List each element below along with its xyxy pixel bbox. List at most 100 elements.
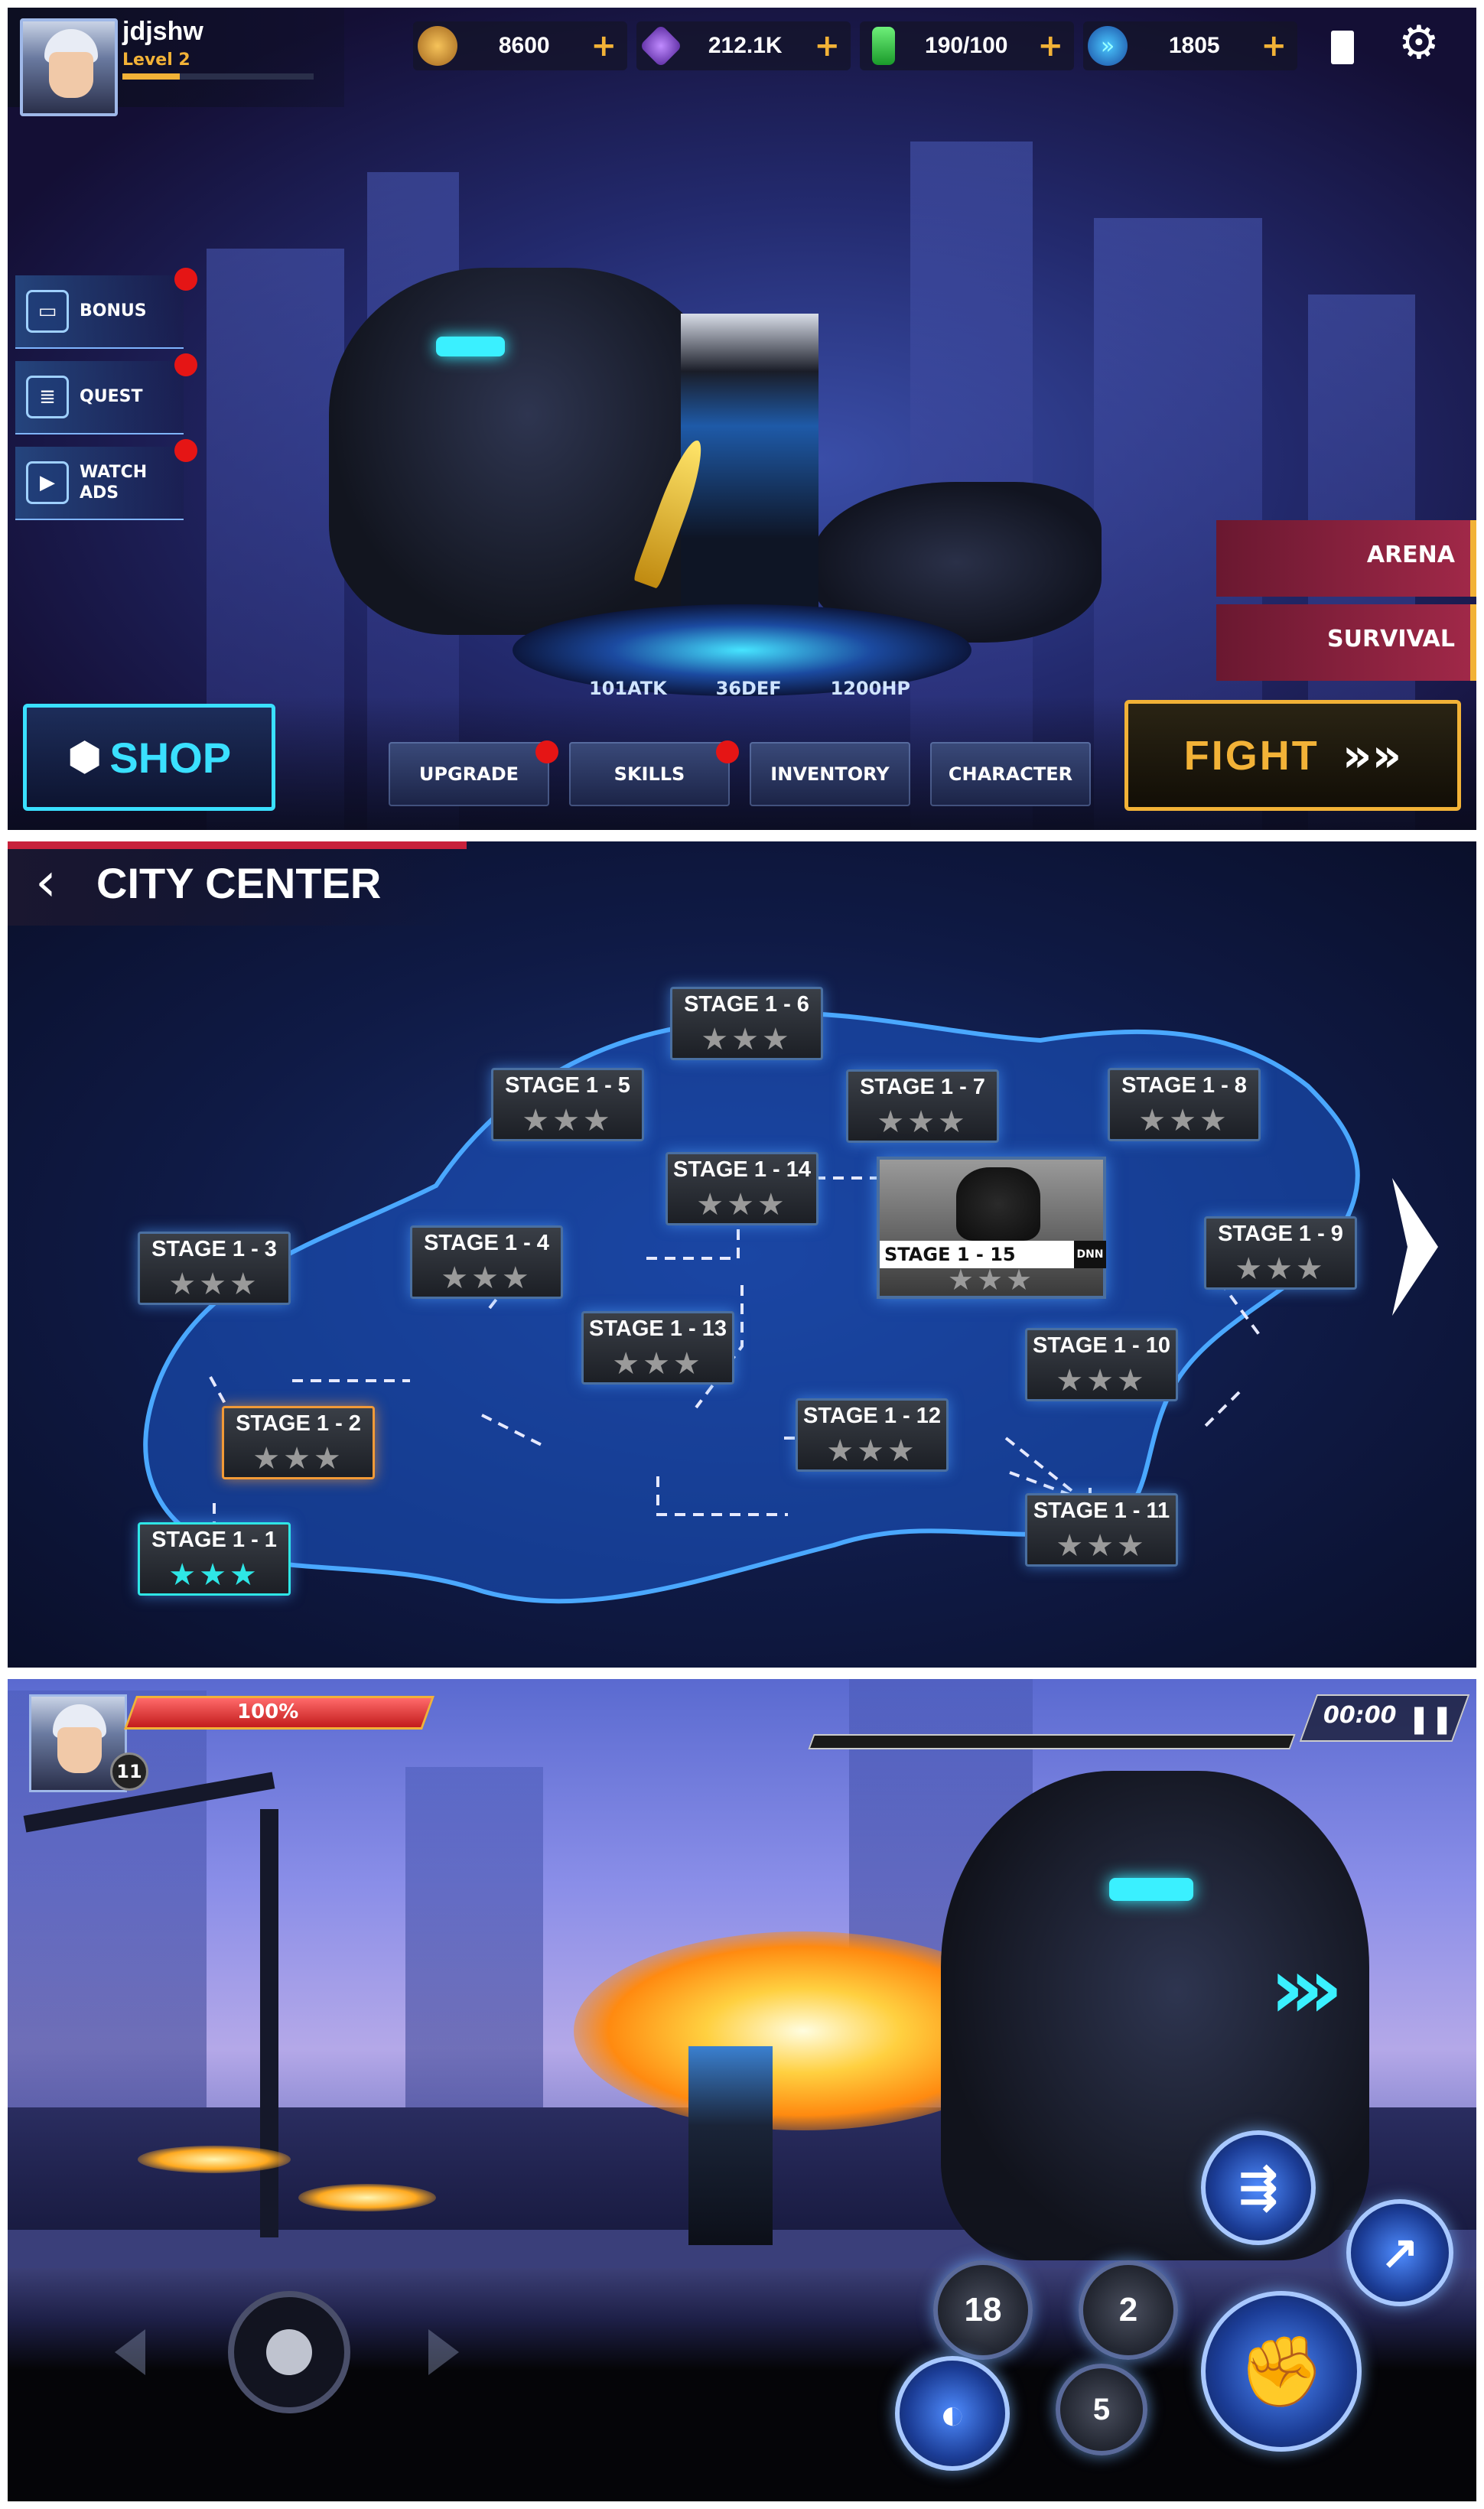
arena-button[interactable]: ARENA bbox=[1216, 520, 1476, 597]
tab-skills[interactable]: SKILLS bbox=[569, 742, 730, 806]
enemy-hp-bar bbox=[808, 1734, 1296, 1749]
stage-stars: ★★★ bbox=[1138, 1103, 1230, 1138]
tab-skills-label: SKILLS bbox=[613, 763, 685, 785]
bonus-notification-dot bbox=[174, 268, 197, 291]
stage-label: STAGE 1 - 14 bbox=[673, 1157, 811, 1182]
add-tickets-button[interactable]: + bbox=[1261, 31, 1287, 61]
jump-arrow-icon: ↗ bbox=[1380, 2227, 1420, 2278]
stage-node-1-14[interactable]: STAGE 1 - 14 ★★★ bbox=[666, 1152, 818, 1225]
tab-character[interactable]: CHARACTER bbox=[930, 742, 1091, 806]
fight-arrows-icon: »» bbox=[1342, 728, 1402, 783]
avatar-face bbox=[49, 52, 93, 98]
mail-icon[interactable] bbox=[1331, 31, 1354, 64]
resource-tickets[interactable]: » 1805 + bbox=[1083, 21, 1297, 70]
shop-label: SHOP bbox=[109, 733, 232, 782]
stage-map-screen: ‹ CITY CENTER STAGE 1 - 1 ★★★ STAGE 1 - … bbox=[8, 841, 1476, 1668]
skill-c-count: 5 bbox=[1092, 2392, 1111, 2426]
player-avatar[interactable] bbox=[20, 18, 118, 116]
stage-node-1-5[interactable]: STAGE 1 - 5 ★★★ bbox=[491, 1068, 644, 1141]
stage-stars: ★★★ bbox=[1056, 1363, 1147, 1398]
boss-badge: DNN bbox=[1074, 1241, 1106, 1268]
fist-icon: ✊ bbox=[1238, 2333, 1325, 2410]
bullet-effect bbox=[138, 2146, 291, 2173]
running-man-icon: ⇶ bbox=[1238, 2162, 1278, 2213]
tab-inventory[interactable]: INVENTORY bbox=[750, 742, 910, 806]
skill-button-b[interactable]: 2 bbox=[1079, 2260, 1178, 2360]
stage-node-1-6[interactable]: STAGE 1 - 6 ★★★ bbox=[670, 987, 823, 1060]
stage-label: STAGE 1 - 11 bbox=[1033, 1499, 1170, 1523]
pause-icon[interactable]: ❚❚ bbox=[1408, 1704, 1453, 1735]
add-energy-button[interactable]: + bbox=[1037, 31, 1063, 61]
skill-button-c[interactable]: 5 bbox=[1056, 2364, 1147, 2455]
quest-label: QUEST bbox=[80, 387, 143, 407]
arena-label: ARENA bbox=[1366, 542, 1455, 568]
wolf-summon-button[interactable]: ◐ bbox=[895, 2356, 1010, 2471]
stage-stars: ★★★ bbox=[1056, 1528, 1147, 1564]
stage-node-1-9[interactable]: STAGE 1 - 9 ★★★ bbox=[1204, 1216, 1357, 1290]
resource-coins[interactable]: 8600 + bbox=[413, 21, 627, 70]
stage-label: STAGE 1 - 9 bbox=[1218, 1222, 1343, 1246]
stage-label: STAGE 1 - 13 bbox=[589, 1316, 727, 1341]
shop-box-icon: ⬢ bbox=[67, 734, 103, 780]
stage-node-1-12[interactable]: STAGE 1 - 12 ★★★ bbox=[796, 1398, 949, 1472]
fight-button[interactable]: FIGHT »» bbox=[1124, 700, 1461, 811]
battle-screen: 11 100% 00:00 ❚❚ ››› 18 2 ⇶ ↗ ◐ 5 ✊ bbox=[8, 1679, 1476, 2501]
lamp-post bbox=[260, 1809, 278, 2237]
list-icon: ≣ bbox=[26, 376, 69, 418]
skill-button-a[interactable]: 18 bbox=[933, 2260, 1033, 2360]
add-coins-button[interactable]: + bbox=[591, 31, 617, 61]
gear-icon[interactable]: ⚙ bbox=[1398, 20, 1440, 66]
stage-node-1-4[interactable]: STAGE 1 - 4 ★★★ bbox=[410, 1225, 563, 1299]
player-level: Level 2 bbox=[122, 50, 190, 70]
tab-upgrade[interactable]: UPGRADE bbox=[389, 742, 549, 806]
stage-node-1-10[interactable]: STAGE 1 - 10 ★★★ bbox=[1025, 1328, 1178, 1401]
stage-label: STAGE 1 - 6 bbox=[684, 992, 809, 1017]
ticket-value: 1805 bbox=[1168, 33, 1220, 58]
stage-node-1-8[interactable]: STAGE 1 - 8 ★★★ bbox=[1108, 1068, 1261, 1141]
joystick-left-arrow-icon bbox=[115, 2329, 145, 2375]
stage-label: STAGE 1 - 1 bbox=[151, 1528, 277, 1552]
stage-stars: ★★★ bbox=[1235, 1251, 1326, 1287]
survival-button[interactable]: SURVIVAL bbox=[1216, 604, 1476, 681]
boss-visor bbox=[1109, 1878, 1193, 1901]
jump-button[interactable]: ↗ bbox=[1346, 2199, 1453, 2306]
stage-label: STAGE 1 - 4 bbox=[424, 1231, 549, 1255]
stage-node-1-1[interactable]: STAGE 1 - 1 ★★★ bbox=[138, 1522, 291, 1596]
stage-stars: ★★★ bbox=[696, 1187, 788, 1222]
stage-stars: ★★★ bbox=[168, 1557, 260, 1593]
attack-button[interactable]: ✊ bbox=[1201, 2291, 1362, 2452]
bullet-effect bbox=[298, 2184, 436, 2211]
resource-gems[interactable]: 212.1K + bbox=[636, 21, 851, 70]
joystick[interactable] bbox=[115, 2276, 459, 2429]
stage-node-1-15-boss[interactable]: STAGE 1 - 15 DNN ★★★ bbox=[877, 1157, 1106, 1299]
bonus-button[interactable]: ▭ BONUS bbox=[15, 275, 184, 349]
stage-node-1-3[interactable]: STAGE 1 - 3 ★★★ bbox=[138, 1232, 291, 1305]
stage-stars: ★★★ bbox=[522, 1103, 613, 1138]
next-chapter-arrow-icon[interactable] bbox=[1385, 1170, 1446, 1323]
stage-label: STAGE 1 - 7 bbox=[860, 1075, 985, 1099]
add-gems-button[interactable]: + bbox=[814, 31, 840, 61]
dash-button[interactable]: ⇶ bbox=[1201, 2130, 1316, 2245]
mech-companion bbox=[329, 268, 727, 635]
home-screen: jdjshw Level 2 8600 + 212.1K + 190/100 +… bbox=[8, 8, 1476, 830]
joystick-knob[interactable] bbox=[266, 2329, 312, 2375]
stage-node-1-13[interactable]: STAGE 1 - 13 ★★★ bbox=[581, 1311, 734, 1385]
hero-character[interactable] bbox=[681, 314, 818, 635]
stage-label: STAGE 1 - 8 bbox=[1121, 1073, 1247, 1098]
stage-node-1-11[interactable]: STAGE 1 - 11 ★★★ bbox=[1025, 1493, 1178, 1567]
stage-stars: ★★★ bbox=[826, 1433, 918, 1469]
stage-node-1-2[interactable]: STAGE 1 - 2 ★★★ bbox=[222, 1406, 375, 1479]
resource-energy[interactable]: 190/100 + bbox=[860, 21, 1074, 70]
quest-button[interactable]: ≣ QUEST bbox=[15, 361, 184, 434]
watch-ads-button[interactable]: ▶ WATCH ADS bbox=[15, 447, 184, 520]
gem-value: 212.1K bbox=[708, 33, 783, 58]
stage-label: STAGE 1 - 3 bbox=[151, 1237, 277, 1261]
shop-button[interactable]: ⬢ SHOP bbox=[23, 704, 275, 811]
hero-character bbox=[688, 2046, 773, 2245]
watch-ads-label: WATCH ADS bbox=[80, 462, 148, 503]
stage-node-1-7[interactable]: STAGE 1 - 7 ★★★ bbox=[846, 1069, 999, 1143]
forward-arrows-icon: ››› bbox=[1270, 1939, 1343, 2037]
quest-notification-dot bbox=[174, 353, 197, 376]
mech-visor bbox=[436, 337, 505, 356]
tab-character-label: CHARACTER bbox=[948, 763, 1073, 785]
